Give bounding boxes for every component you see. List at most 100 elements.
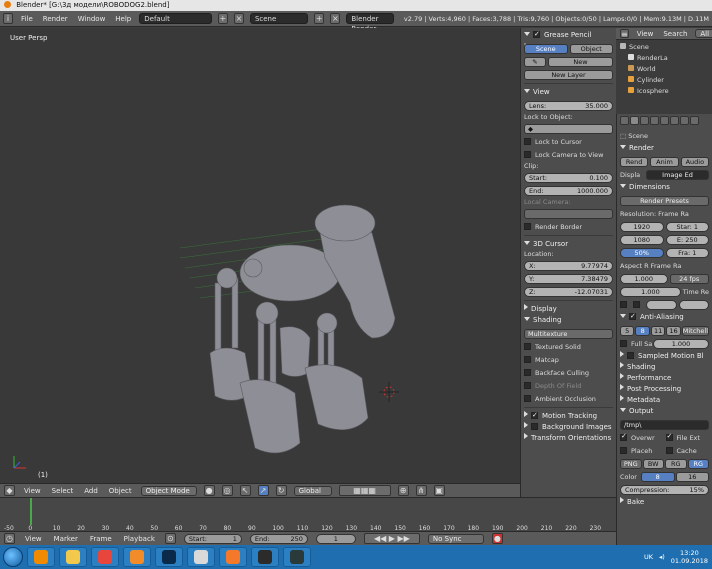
language-indicator[interactable]: UK — [644, 553, 653, 561]
cursor-z-field[interactable]: Z: -12.07031 — [524, 286, 613, 297]
gp-new-button[interactable]: New — [548, 56, 613, 67]
frame-start-field[interactable]: Star: 1 — [665, 221, 709, 232]
constraints-tab-icon[interactable] — [680, 116, 689, 125]
outliner-view-menu[interactable]: View — [635, 30, 656, 38]
motion-tracking-header[interactable]: Motion Tracking — [524, 410, 613, 422]
robodog-model[interactable] — [0, 28, 520, 483]
color-mode-bw[interactable]: BW — [642, 458, 664, 469]
keying-set-icon[interactable]: ⊙ — [164, 533, 176, 544]
color-depth-8[interactable]: 8 — [641, 471, 675, 482]
cache-checkbox[interactable] — [665, 447, 673, 454]
playback-controls-icon[interactable]: ◀◀ ▶ ▶▶ — [363, 533, 420, 544]
outliner-editor-icon[interactable]: ≡ — [620, 29, 629, 39]
anti-aliasing-header[interactable]: Anti-Aliasing — [620, 311, 709, 323]
textured-solid-checkbox[interactable] — [524, 343, 531, 350]
playhead[interactable] — [30, 498, 32, 525]
start-button[interactable] — [3, 547, 23, 567]
clock[interactable]: 13:20 01.09.2018 — [671, 549, 708, 565]
taskbar-app-button[interactable] — [283, 547, 311, 567]
tl-menu-playback[interactable]: Playback — [122, 535, 157, 543]
props-editor-icon[interactable] — [620, 116, 629, 125]
lock-camera-checkbox[interactable] — [524, 151, 531, 158]
menu-window[interactable]: Window — [76, 15, 108, 23]
scene-select[interactable]: Scene — [249, 13, 309, 24]
taskbar-app-button[interactable] — [155, 547, 183, 567]
matcap-checkbox[interactable] — [524, 356, 531, 363]
color-mode-rgb[interactable]: RG — [665, 458, 687, 469]
border-checkbox[interactable] — [620, 301, 627, 308]
file-extensions-checkbox[interactable] — [665, 432, 673, 441]
manipulator-icon[interactable]: ↖ — [239, 485, 251, 496]
placeholders-checkbox[interactable] — [620, 447, 627, 454]
render-engine-select[interactable]: Blender Render — [346, 13, 394, 33]
ambient-occlusion-checkbox[interactable] — [524, 395, 531, 402]
backface-culling-checkbox[interactable] — [524, 369, 531, 376]
metadata-header[interactable]: Metadata — [620, 395, 709, 406]
pivot-point-icon[interactable]: ◎ — [221, 485, 233, 496]
color-depth-16[interactable]: 16 — [675, 471, 709, 482]
scene-add-button[interactable]: + — [314, 13, 325, 24]
3d-viewport[interactable]: User Persp (1) — [0, 28, 520, 483]
volume-icon[interactable]: ◂) — [659, 553, 665, 561]
resolution-y-field[interactable]: 1080 — [620, 234, 664, 245]
time-new-field[interactable] — [678, 299, 709, 310]
menu-render[interactable]: Render — [41, 15, 70, 23]
vp-menu-add[interactable]: Add — [82, 487, 100, 495]
display-panel-header[interactable]: Display — [524, 304, 613, 315]
frame-end-field[interactable]: E: 250 — [665, 234, 709, 245]
aa-samples-16[interactable]: 16 — [666, 325, 681, 336]
interaction-mode-select[interactable]: Object Mode — [140, 485, 197, 496]
object-tab-icon[interactable] — [670, 116, 679, 125]
output-header[interactable]: Output — [620, 406, 709, 417]
post-processing-header[interactable]: Post Processing — [620, 384, 709, 395]
taskbar-app-button[interactable] — [27, 547, 55, 567]
transform-orientation-select[interactable]: Global — [293, 485, 332, 496]
render-preview-icon[interactable]: ▣ — [433, 485, 445, 496]
display-select[interactable]: Image Ed — [646, 169, 709, 180]
render-tab-icon[interactable] — [630, 116, 639, 125]
lock-to-cursor-checkbox[interactable] — [524, 138, 531, 145]
aa-size-field[interactable]: 1.000 — [653, 338, 709, 349]
outliner-search-menu[interactable]: Search — [661, 30, 689, 38]
taskbar-app-button[interactable] — [91, 547, 119, 567]
outliner-item-icosphere[interactable]: Icosphere — [620, 86, 708, 97]
taskbar-app-button[interactable] — [59, 547, 87, 567]
editor-type-3d-icon[interactable]: ◆ — [4, 485, 15, 496]
menu-file[interactable]: File — [19, 15, 35, 23]
layout-add-button[interactable]: + — [217, 13, 228, 24]
scene-tab-icon[interactable] — [650, 116, 659, 125]
current-frame-field[interactable]: 1 — [315, 533, 356, 544]
record-button[interactable]: ● — [491, 533, 503, 544]
render-image-button[interactable]: Rend — [620, 156, 649, 167]
start-frame-field[interactable]: Start: 1 — [183, 533, 242, 544]
shading-header[interactable]: Shading — [620, 362, 709, 373]
shading-panel-header[interactable]: Shading — [524, 315, 613, 326]
tl-menu-marker[interactable]: Marker — [52, 535, 80, 543]
tl-menu-frame[interactable]: Frame — [88, 535, 114, 543]
fps-select[interactable]: 24 fps — [669, 273, 709, 284]
aspect-y-field[interactable]: 1.000 — [620, 286, 681, 297]
lock-layer-icon[interactable]: ⊕ — [397, 485, 409, 496]
end-frame-field[interactable]: End: 250 — [249, 533, 308, 544]
screen-layout-select[interactable]: Default — [139, 13, 212, 24]
aa-samples-8[interactable]: 8 — [635, 325, 650, 336]
output-path-field[interactable]: /tmp\ — [620, 419, 709, 430]
performance-header[interactable]: Performance — [620, 373, 709, 384]
rotate-manipulator-icon[interactable]: ↻ — [275, 485, 287, 496]
color-mode-rgba[interactable]: RG — [687, 458, 709, 469]
render-border-checkbox[interactable] — [524, 223, 531, 230]
overwrite-checkbox[interactable] — [620, 432, 627, 441]
clip-end-field[interactable]: End: 1000.000 — [524, 185, 613, 196]
layers-grid-icon[interactable]: ▦▦▦ — [338, 485, 391, 496]
resolution-x-field[interactable]: 1920 — [620, 221, 664, 232]
view-panel-header[interactable]: View — [524, 87, 613, 98]
editor-type-icon[interactable]: i — [3, 13, 14, 24]
gp-object-tab[interactable]: Object — [569, 43, 613, 54]
background-images-header[interactable]: Background Images — [524, 422, 613, 433]
new-layer-button[interactable]: New Layer — [524, 69, 613, 80]
dimensions-panel-header[interactable]: Dimensions — [620, 182, 709, 193]
render-panel-header[interactable]: Render — [620, 143, 709, 154]
sync-mode-select[interactable]: No Sync — [427, 533, 484, 544]
taskbar-app-button[interactable] — [251, 547, 279, 567]
3d-cursor-panel-header[interactable]: 3D Cursor — [524, 239, 613, 250]
